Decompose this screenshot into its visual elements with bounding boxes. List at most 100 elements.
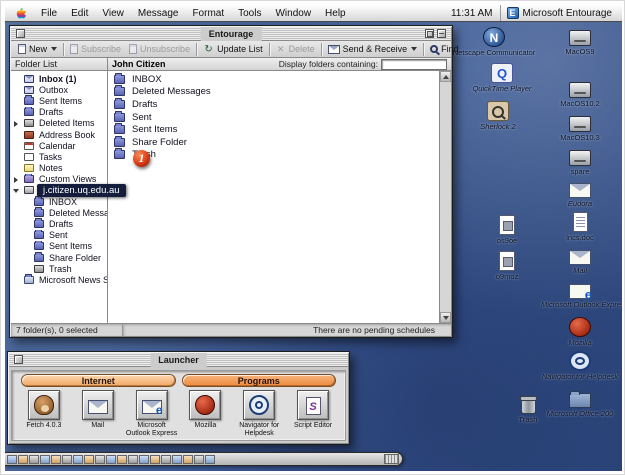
menu-view[interactable]: View: [95, 5, 131, 21]
disclosure-triangle-icon[interactable]: [14, 177, 18, 183]
navigator-button[interactable]: [243, 390, 275, 420]
sidebar-item-account-sent[interactable]: Sent: [11, 230, 107, 241]
control-strip-module[interactable]: [128, 455, 138, 464]
subscribe-button[interactable]: Subscribe: [66, 44, 125, 54]
control-strip-module[interactable]: [95, 455, 105, 464]
folder-row-inbox[interactable]: INBOX: [108, 73, 439, 86]
control-strip-module[interactable]: [106, 455, 116, 464]
menu-file[interactable]: File: [34, 5, 64, 21]
application-menu[interactable]: Microsoft Entourage: [501, 5, 619, 21]
folder-row-share-folder[interactable]: Share Folder: [108, 136, 439, 149]
zoom-button[interactable]: [425, 29, 434, 38]
desktop-icon-outlook-express[interactable]: Microsoft Outlook Express: [541, 281, 619, 309]
folder-filter-input[interactable]: [381, 59, 447, 70]
disclosure-triangle-icon[interactable]: [14, 121, 18, 127]
sidebar-item-account-drafts[interactable]: Drafts: [11, 218, 107, 229]
sidebar-item-calendar[interactable]: Calendar: [11, 140, 107, 151]
desktop-icon-o9moz[interactable]: o9moz: [468, 251, 546, 281]
sidebar-item-address-book[interactable]: Address Book: [11, 129, 107, 140]
menu-message[interactable]: Message: [131, 5, 186, 21]
delete-button[interactable]: Delete: [272, 44, 319, 54]
control-strip-module[interactable]: [205, 455, 215, 464]
desktop-icon-mail[interactable]: Mail: [541, 247, 619, 275]
sidebar-item-sent-items[interactable]: Sent Items: [11, 95, 107, 106]
menu-format[interactable]: Format: [185, 5, 231, 21]
desktop-icon-eudora[interactable]: Eudora: [541, 180, 619, 208]
folder-row-deleted-messages[interactable]: Deleted Messages: [108, 86, 439, 99]
folder-row-sent-items[interactable]: Sent Items: [108, 123, 439, 136]
mail-button[interactable]: [82, 390, 114, 420]
close-button[interactable]: [16, 29, 25, 38]
scroll-up-arrow[interactable]: [440, 71, 451, 82]
outlook-express-button[interactable]: [136, 390, 168, 420]
desktop-icon-microsoft-office[interactable]: Microsoft Office 200: [541, 389, 619, 418]
new-button[interactable]: New: [14, 44, 61, 54]
desktop-icon-lncs-doc[interactable]: lncs.doc: [541, 212, 619, 242]
sidebar-item-account-trash[interactable]: Trash: [11, 263, 107, 274]
menu-tools[interactable]: Tools: [231, 5, 268, 21]
menu-edit[interactable]: Edit: [64, 5, 95, 21]
desktop-icon-netscape-communicator[interactable]: Netscape Communicator: [452, 27, 536, 57]
desktop-icon-macos10-3[interactable]: MacOS10.3: [541, 113, 619, 142]
desktop-icon-macos10-2[interactable]: MacOS10.2: [541, 79, 619, 108]
control-strip-module[interactable]: [117, 455, 127, 464]
script-editor-button[interactable]: [297, 390, 329, 420]
update-list-button[interactable]: Update List: [199, 44, 267, 55]
sidebar-item-news-server[interactable]: Microsoft News Server: [11, 274, 107, 285]
desktop-icon-spare[interactable]: spare: [541, 147, 619, 176]
control-strip-module[interactable]: [51, 455, 61, 464]
collapse-button[interactable]: [437, 29, 446, 38]
mozilla-button[interactable]: [189, 390, 221, 420]
fetch-button[interactable]: [28, 390, 60, 420]
control-strip-module[interactable]: [62, 455, 72, 464]
launcher-item-mail[interactable]: Mail: [71, 390, 125, 438]
control-strip-module[interactable]: [73, 455, 83, 464]
sidebar-item-account-share-folder[interactable]: Share Folder: [11, 252, 107, 263]
control-strip-tab[interactable]: [384, 454, 399, 464]
sidebar-item-account-inbox[interactable]: INBOX: [11, 196, 107, 207]
launcher-item-navigator[interactable]: Navigator for Helpdesk: [232, 390, 286, 438]
send-receive-button[interactable]: Send & Receive: [324, 44, 422, 54]
folder-row-drafts[interactable]: Drafts: [108, 98, 439, 111]
control-strip-module[interactable]: [172, 455, 182, 464]
desktop-icon-macos9[interactable]: MacOS9: [541, 27, 619, 56]
menu-window[interactable]: Window: [268, 5, 318, 21]
launcher-title-bar[interactable]: Launcher: [9, 353, 348, 367]
apple-menu[interactable]: [9, 5, 34, 21]
close-button[interactable]: [14, 355, 23, 364]
entourage-title-bar[interactable]: Entourage: [11, 27, 451, 41]
vertical-scrollbar[interactable]: [439, 71, 451, 323]
unsubscribe-button[interactable]: Unsubscribe: [125, 44, 194, 54]
disclosure-triangle-icon[interactable]: [13, 189, 19, 193]
desktop-icon-quicktime-player[interactable]: QuickTime Player: [463, 63, 541, 93]
launcher-item-outlook-express[interactable]: Microsoft Outlook Express: [125, 390, 179, 438]
folder-row-sent[interactable]: Sent: [108, 111, 439, 124]
launcher-item-fetch[interactable]: Fetch 4.0.3: [17, 390, 71, 438]
sidebar-item-account-deleted[interactable]: Deleted Messages: [11, 207, 107, 218]
control-strip-module[interactable]: [150, 455, 160, 464]
control-strip[interactable]: [5, 452, 403, 466]
launcher-item-mozilla[interactable]: Mozilla: [178, 390, 232, 438]
desktop-icon-mozilla[interactable]: Mozilla: [541, 317, 619, 347]
control-strip-module[interactable]: [7, 455, 17, 464]
sidebar-item-deleted-items[interactable]: Deleted Items: [11, 118, 107, 129]
desktop-icon-sherlock-2[interactable]: Sherlock 2: [459, 101, 537, 131]
control-strip-module[interactable]: [84, 455, 94, 464]
sidebar-item-outbox[interactable]: Outbox: [11, 84, 107, 95]
find-button[interactable]: Find: [426, 44, 463, 54]
sidebar-item-account-selected[interactable]: j.citizen.uq.edu.au: [11, 185, 107, 196]
desktop-icon-os9oe[interactable]: os9oe: [468, 215, 546, 245]
folder-row-trash[interactable]: Trash: [108, 149, 439, 162]
sidebar-item-notes[interactable]: Notes: [11, 163, 107, 174]
launcher-item-script-editor[interactable]: Script Editor: [286, 390, 340, 438]
sidebar-item-account-sent-items[interactable]: Sent Items: [11, 241, 107, 252]
control-strip-module[interactable]: [139, 455, 149, 464]
sidebar-item-inbox[interactable]: Inbox (1): [11, 73, 107, 84]
control-strip-module[interactable]: [29, 455, 39, 464]
scroll-down-arrow[interactable]: [440, 312, 451, 323]
menu-help[interactable]: Help: [318, 5, 353, 21]
control-strip-module[interactable]: [194, 455, 204, 464]
desktop-icon-navigator-helpdesk[interactable]: Navigator for Helpdesk: [541, 351, 619, 381]
control-strip-module[interactable]: [183, 455, 193, 464]
control-strip-module[interactable]: [18, 455, 28, 464]
